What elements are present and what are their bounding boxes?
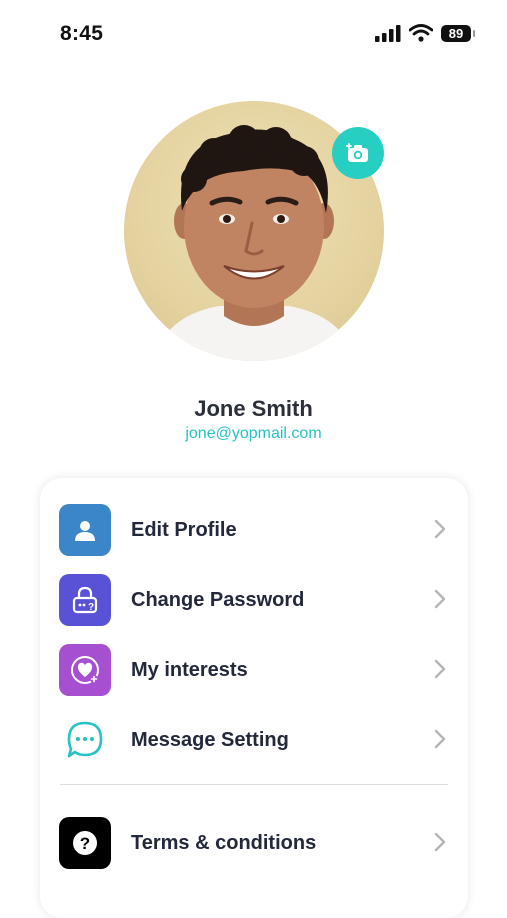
user-name: Jone Smith xyxy=(194,396,313,421)
person-icon xyxy=(59,504,111,556)
avatar-container xyxy=(124,101,384,361)
settings-card: Edit Profile ? Change Password My intere… xyxy=(40,478,468,918)
menu-item-message-setting[interactable]: Message Setting xyxy=(40,713,468,767)
signal-icon xyxy=(375,24,401,42)
menu-label: My interests xyxy=(131,658,248,681)
battery-icon: 89 xyxy=(441,24,475,42)
menu-item-edit-profile[interactable]: Edit Profile xyxy=(40,503,468,557)
chat-bubble-icon xyxy=(59,714,111,766)
question-icon: ? xyxy=(59,817,111,869)
status-icons: 89 xyxy=(375,24,475,42)
wifi-icon xyxy=(409,24,433,42)
svg-text:?: ? xyxy=(80,834,90,853)
menu-label: Change Password xyxy=(131,588,305,611)
chevron-right-icon xyxy=(434,832,446,852)
chevron-right-icon xyxy=(434,589,446,609)
menu-divider xyxy=(60,784,448,785)
menu-label: Edit Profile xyxy=(131,518,237,541)
menu-label: Message Setting xyxy=(131,728,289,751)
chevron-right-icon xyxy=(434,519,446,539)
chevron-right-icon xyxy=(434,659,446,679)
menu-item-my-interests[interactable]: My interests xyxy=(40,643,468,697)
heart-icon xyxy=(59,644,111,696)
status-bar: 8:45 89 xyxy=(0,0,507,70)
menu-item-change-password[interactable]: ? Change Password xyxy=(40,573,468,627)
menu-label: Terms & conditions xyxy=(131,831,317,854)
battery-level: 89 xyxy=(448,25,464,41)
user-email: jone@yopmail.com xyxy=(185,425,322,442)
lock-icon: ? xyxy=(59,574,111,626)
chevron-right-icon xyxy=(434,729,446,749)
menu-item-terms-conditions[interactable]: ? Terms & conditions xyxy=(40,816,468,870)
change-photo-button[interactable] xyxy=(332,127,384,179)
svg-text:?: ? xyxy=(88,602,94,613)
camera-icon xyxy=(346,143,368,162)
status-time: 8:45 xyxy=(60,22,104,45)
